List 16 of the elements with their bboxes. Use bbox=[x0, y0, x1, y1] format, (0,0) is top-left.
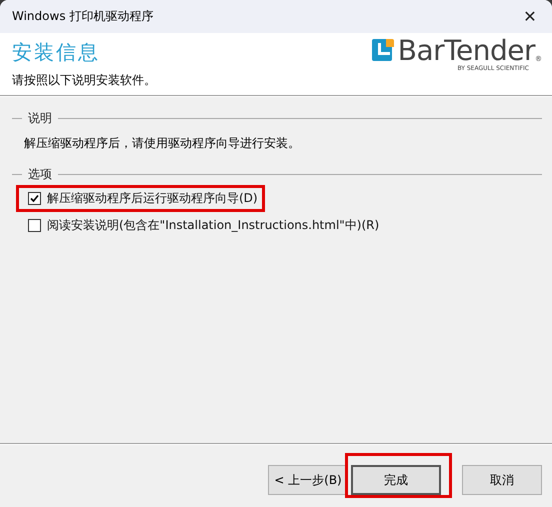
page-heading: 安装信息 bbox=[12, 39, 101, 66]
group-heading: 选项 bbox=[28, 166, 52, 183]
checkbox-label[interactable]: 解压缩驱动程序后运行驱动程序向导(D) bbox=[47, 190, 258, 207]
checkbox[interactable] bbox=[28, 219, 41, 232]
page-subtitle: 请按照以下说明安装软件。 bbox=[12, 72, 157, 89]
group-heading: 说明 bbox=[28, 110, 52, 127]
checkbox[interactable] bbox=[28, 192, 41, 205]
close-button[interactable]: ✕ bbox=[508, 0, 552, 33]
logo-icon bbox=[372, 39, 394, 61]
dialog-button[interactable]: < 上一步(B) bbox=[268, 465, 348, 495]
dialog-button[interactable]: 完成 bbox=[351, 465, 441, 495]
window-title: Windows 打印机驱动程序 bbox=[12, 8, 154, 25]
dialog-button[interactable]: 取消 bbox=[462, 465, 542, 495]
logo-wordmark: BarTender bbox=[398, 35, 535, 67]
checkbox-label[interactable]: 阅读安装说明(包含在"Installation_Instructions.html"中)(R) bbox=[47, 217, 380, 234]
instruction-text: 解压缩驱动程序后，请使用驱动程序向导进行安装。 bbox=[24, 135, 301, 152]
